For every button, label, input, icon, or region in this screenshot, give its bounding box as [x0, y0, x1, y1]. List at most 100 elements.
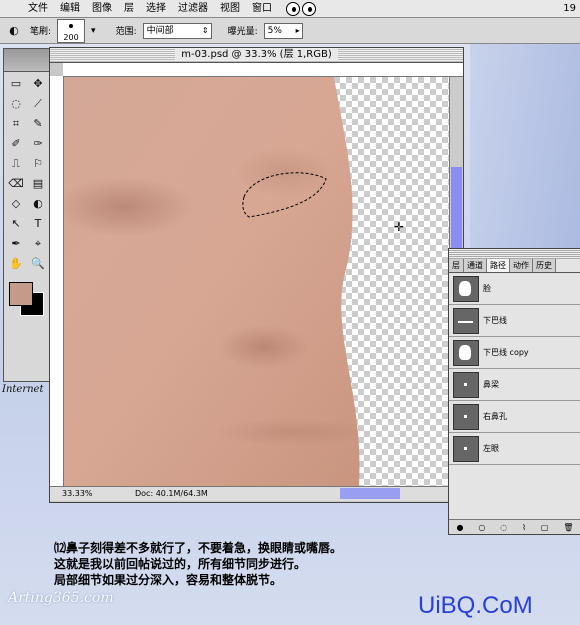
xeyes-icon — [286, 2, 316, 16]
load-selection-icon[interactable]: ◌ — [500, 523, 507, 532]
zoom-level[interactable]: 33.33% — [62, 487, 93, 501]
status-bar: 33.33% Doc: 40.1M/64.3M — [50, 486, 462, 501]
horizontal-ruler — [63, 63, 463, 77]
path-thumb-shape — [459, 344, 471, 360]
options-bar: ◐ 笔刷: 200 ▾ 范围: 中间部 ⇕ 曝光量: 5% ▸ — [0, 18, 580, 44]
tool-7-icon[interactable]: ✑ — [28, 135, 48, 153]
paths-tab-2[interactable]: 路径 — [487, 259, 510, 272]
tool-17-icon[interactable]: ⌖ — [28, 235, 48, 253]
path-thumb-shape — [458, 320, 473, 323]
path-thumb-shape — [464, 414, 467, 418]
path-thumbnail — [453, 371, 479, 398]
exposure-value: 5% — [267, 25, 282, 36]
path-row[interactable]: 下巴线 copy — [449, 337, 580, 369]
nostril-shadow — [219, 325, 309, 369]
paths-tab-0[interactable]: 层 — [449, 259, 464, 272]
menu-window[interactable]: 窗口 — [246, 0, 278, 17]
path-row[interactable]: 鼻梁 — [449, 369, 580, 401]
tool-10-icon[interactable]: ⌫ — [6, 175, 26, 193]
menu-edit[interactable]: 编辑 — [54, 0, 86, 17]
path-thumb-shape — [459, 280, 471, 296]
exposure-select[interactable]: 5% ▸ — [263, 22, 303, 39]
toolbox-header[interactable] — [4, 49, 49, 72]
path-thumb-shape — [464, 382, 467, 386]
range-arrow-icon: ⇕ — [201, 25, 209, 35]
path-label: 下巴线 copy — [483, 348, 529, 357]
make-workpath-icon[interactable]: ⌇ — [522, 523, 526, 532]
internet-label[interactable]: Internet — [2, 384, 50, 395]
tool-19-icon[interactable]: 🔍 — [28, 255, 48, 273]
menu-file[interactable]: 文件 — [22, 0, 54, 17]
range-value: 中间部 — [146, 25, 174, 36]
eye-left-icon — [286, 2, 300, 16]
path-row[interactable]: 脸 — [449, 273, 580, 305]
watermark-left: Arting365.com — [8, 590, 114, 606]
path-label: 右鼻孔 — [483, 412, 507, 421]
toolbox-panel: ▭ ✥ ◌ ⟋ ⌗ ✎ ✐ ✑ ⎍ ⚐ ⌫ ▤ ◇ ◐ ↖ T ✒ ⌖ ✋ 🔍 — [3, 48, 50, 382]
document-titlebar[interactable]: m-03.psd @ 33.3% (层 1,RGB) — [50, 48, 463, 63]
paths-tab-4[interactable]: 历史 — [533, 259, 556, 272]
paths-panel-tabs: 层通道 路径 动作 历史 — [449, 259, 580, 273]
crosshair-cursor-icon: ✛ — [394, 220, 405, 234]
tool-13-icon[interactable]: ◐ — [28, 195, 48, 213]
tool-6-icon[interactable]: ✐ — [6, 135, 26, 153]
paths-tab-3[interactable]: 动作 — [510, 259, 533, 272]
dodge-tool-icon: ◐ — [9, 23, 19, 37]
tool-8-icon[interactable]: ⎍ — [6, 155, 26, 173]
menu-layer[interactable]: 层 — [118, 0, 140, 17]
lip-shadow — [214, 418, 374, 446]
path-row[interactable]: 下巴线 — [449, 305, 580, 337]
tool-0-icon[interactable]: ▭ — [6, 75, 26, 93]
tool-3-icon[interactable]: ⟋ — [28, 95, 48, 113]
delete-path-icon[interactable]: 🗑 — [563, 523, 573, 532]
path-thumbnail — [453, 307, 479, 334]
horizontal-scroll-thumb[interactable] — [340, 488, 400, 499]
paths-tab-1[interactable]: 通道 — [464, 259, 487, 272]
range-label: 范围: — [115, 27, 137, 37]
tool-2-icon[interactable]: ◌ — [6, 95, 26, 113]
path-thumbnail — [453, 275, 479, 302]
menu-filter[interactable]: 过滤器 — [172, 0, 214, 17]
right-eye-shadow — [234, 147, 334, 197]
paths-panel: 层通道 路径 动作 历史 脸下巴线 下巴线 copy 鼻梁 右鼻孔 左眼 ● ○ ◌ ⌇ ▢ … — [448, 248, 580, 535]
tool-18-icon[interactable]: ✋ — [6, 255, 26, 273]
tool-16-icon[interactable]: ✒ — [6, 235, 26, 253]
caption-line-1: ⑿鼻子刻得差不多就行了，不要着急，换眼睛或嘴唇。 — [54, 541, 343, 555]
path-row[interactable]: 右鼻孔 — [449, 401, 580, 433]
brush-picker[interactable]: 200 — [57, 18, 86, 43]
tool-11-icon[interactable]: ▤ — [28, 175, 48, 193]
path-thumbnail — [453, 435, 479, 462]
path-label: 鼻梁 — [483, 380, 499, 389]
paths-panel-header[interactable] — [449, 249, 580, 259]
new-path-icon[interactable]: ▢ — [541, 523, 549, 532]
stroke-path-icon[interactable]: ○ — [478, 523, 485, 532]
paths-list: 脸下巴线下巴线 copy 鼻梁右鼻孔左眼 — [449, 273, 580, 465]
tool-12-icon[interactable]: ◇ — [6, 195, 26, 213]
tool-14-icon[interactable]: ↖ — [6, 215, 26, 233]
path-row[interactable]: 左眼 — [449, 433, 580, 465]
brush-dropdown-icon[interactable]: ▾ — [91, 26, 96, 36]
exposure-arrow-icon: ▸ — [295, 25, 300, 35]
tool-9-icon[interactable]: ⚐ — [28, 155, 48, 173]
tool-4-icon[interactable]: ⌗ — [6, 115, 26, 133]
fill-path-icon[interactable]: ● — [456, 523, 463, 532]
image-canvas[interactable]: ✛ — [64, 77, 449, 486]
tool-5-icon[interactable]: ✎ — [28, 115, 48, 133]
menu-image[interactable]: 图像 — [86, 0, 118, 17]
document-title: m-03.psd @ 33.3% (层 1,RGB) — [175, 49, 338, 60]
brush-size: 200 — [63, 32, 79, 42]
menu-bar: 文件 编辑 图像 层 选择 过滤器 视图 窗口 19 — [0, 0, 580, 18]
tutorial-caption: ⑿鼻子刻得差不多就行了，不要着急，换眼睛或嘴唇。 这就是我以前回帖说过的，所有细… — [54, 540, 474, 588]
path-label: 左眼 — [483, 444, 499, 453]
menu-clock: 19 — [563, 3, 576, 14]
watermark-right: UiBQ.CoM — [418, 592, 533, 619]
face-painting — [64, 77, 374, 486]
tool-15-icon[interactable]: T — [28, 215, 48, 233]
exposure-label: 曝光量: — [227, 27, 258, 37]
tool-1-icon[interactable]: ✥ — [28, 75, 48, 93]
menu-view[interactable]: 视图 — [214, 0, 246, 17]
range-select[interactable]: 中间部 ⇕ — [142, 22, 212, 39]
foreground-color[interactable] — [9, 282, 33, 306]
doc-size-info[interactable]: Doc: 40.1M/64.3M — [135, 487, 208, 501]
menu-select[interactable]: 选择 — [140, 0, 172, 17]
